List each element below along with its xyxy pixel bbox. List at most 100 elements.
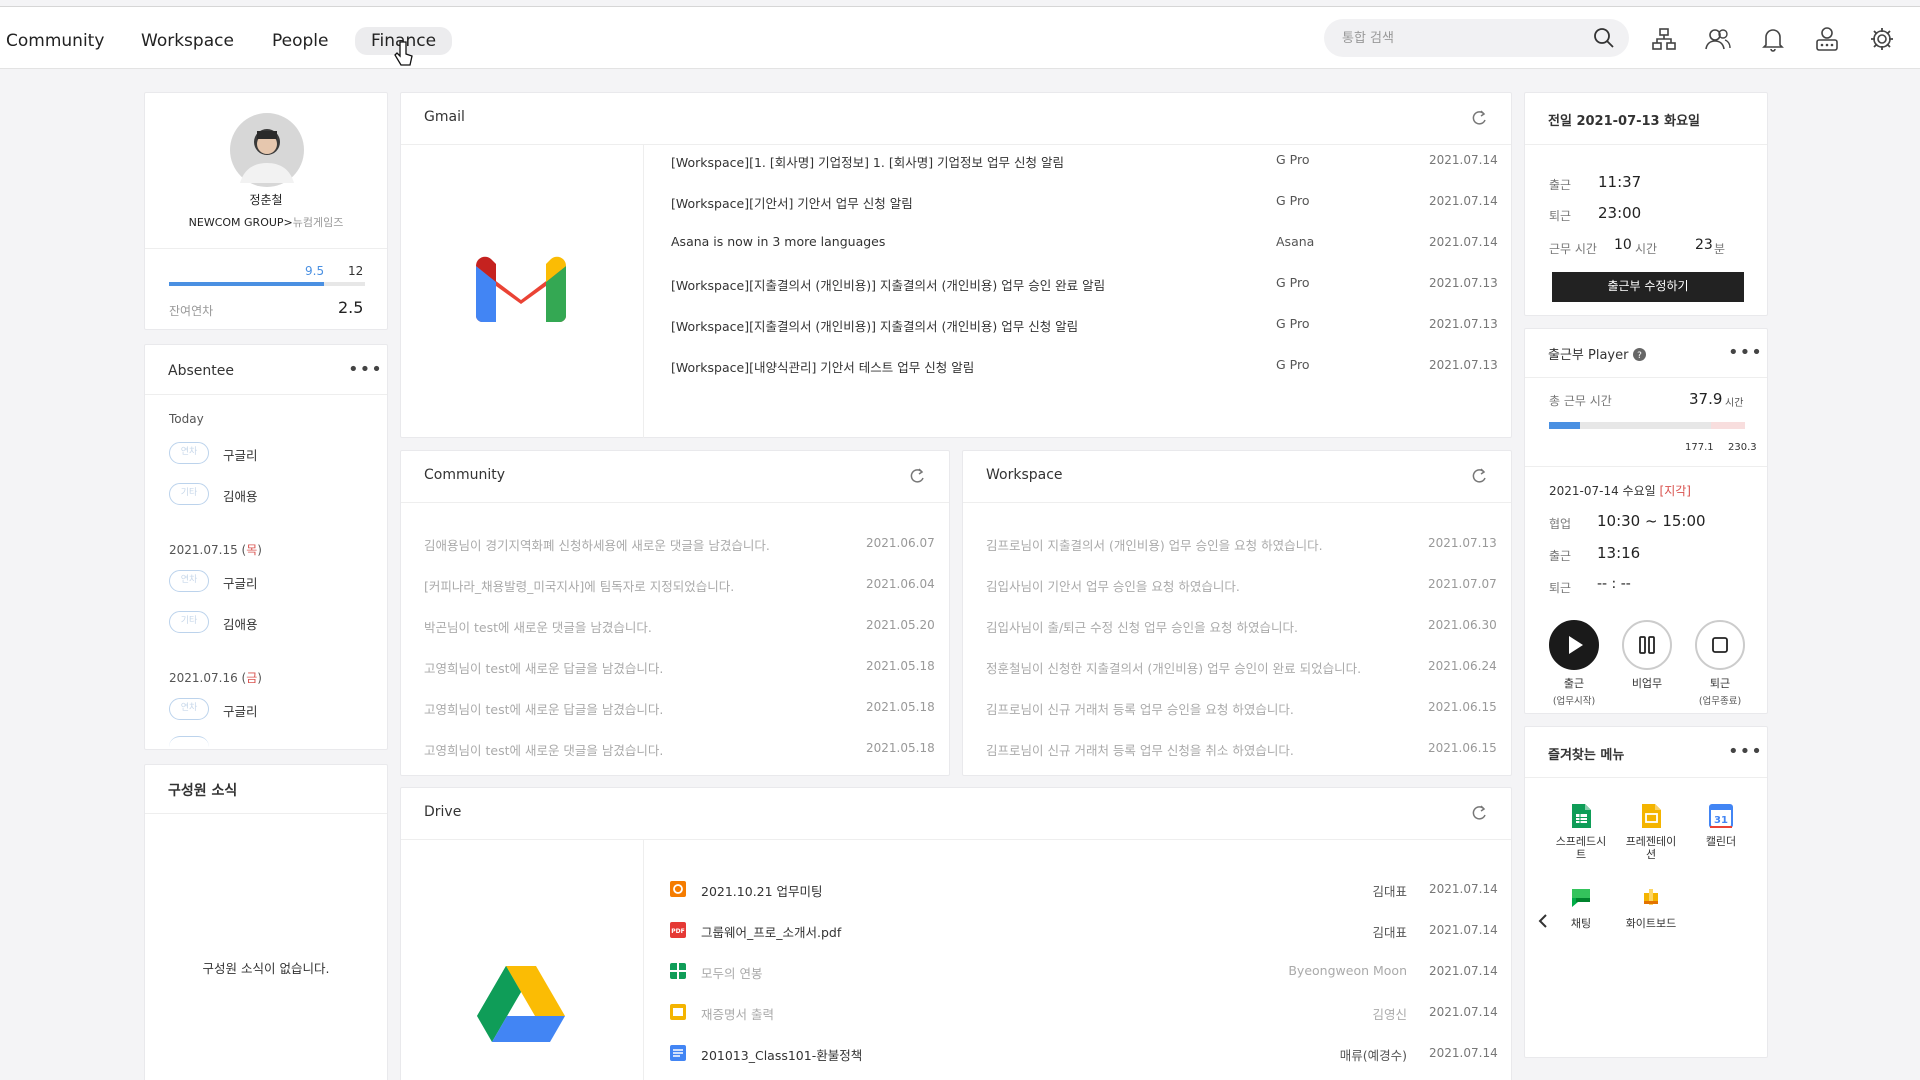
player-date-text: 2021-07-14 수요일 [1549, 484, 1656, 498]
favorite-spreadsheet[interactable]: 스프레드시 트 [1545, 803, 1617, 861]
bell-icon[interactable] [1759, 25, 1787, 53]
favorite-calendar[interactable]: 31 캘린더 [1685, 803, 1757, 848]
workspace-row[interactable]: 김입사님이 출/퇴근 수정 신청 업무 승인을 요청 하였습니다. 2021.06… [963, 617, 1511, 637]
drive-file-owner: 김대표 [1372, 884, 1407, 899]
chevron-left-icon[interactable] [1537, 913, 1549, 929]
absentee-name[interactable]: 김애용 [223, 614, 258, 633]
community-row[interactable]: 고영희님이 test에 새로운 답글을 남겼습니다. 2021.05.18 [401, 699, 949, 719]
email-subject: Asana is now in 3 more languages [671, 234, 886, 249]
email-row[interactable]: [Workspace][기안서] 기안서 업무 신청 알림 G Pro 2021.0… [661, 193, 1501, 217]
drive-row[interactable]: 재증명서 출력 김영신 2021.07.14 [669, 1003, 1499, 1027]
start-work-button[interactable] [1549, 620, 1599, 670]
drive-file-date: 2021.07.14 [1429, 964, 1498, 978]
workspace-row[interactable]: 정훈철님이 신청한 지출결의서 (개인비용) 업무 승인이 완료 되었습니다. 2… [963, 658, 1511, 678]
refresh-icon[interactable] [1470, 804, 1488, 822]
refresh-icon[interactable] [1470, 109, 1488, 127]
weekday: 금 [246, 671, 258, 685]
absentee-badge: 연차 [169, 698, 209, 720]
favorite-presentation[interactable]: 프레젠테이 션 [1615, 803, 1687, 861]
drive-row[interactable]: 모두의 연봉 Byeongweon Moon 2021.07.14 [669, 962, 1499, 986]
workspace-row[interactable]: 김프로님이 신규 거래처 등록 업무 승인을 요청 하였습니다. 2021.06.… [963, 699, 1511, 719]
community-row[interactable]: [커피나라_채용발령_미국지사]에 팀독자로 지정되었습니다. 2021.06.0… [401, 576, 949, 596]
end-work-label: 퇴근 [1709, 677, 1731, 690]
email-subject: [Workspace][기안서] 기안서 업무 신청 알림 [671, 196, 913, 211]
absentee-name[interactable]: 구글리 [223, 445, 258, 464]
email-subject: [Workspace][지출결의서 (개인비용)] 지출결의서 (개인비용) 업… [671, 319, 1079, 334]
clock-out-time: -- : -- [1597, 576, 1631, 592]
email-row[interactable]: Asana is now in 3 more languages Asana 202… [661, 234, 1501, 258]
workspace-text: 김프로님이 신규 거래처 등록 업무 신청을 취소 하였습니다. [986, 743, 1294, 758]
workspace-text: 김프로님이 지출결의서 (개인비용) 업무 승인을 요청 하였습니다. [986, 538, 1323, 553]
nav-workspace[interactable]: Workspace [125, 27, 250, 55]
community-row[interactable]: 김애용님이 경기지역화폐 신청하세용에 새로운 댓글을 남겼습니다. 2021.0… [401, 535, 949, 555]
attendance-card: 전일 2021-07-13 화요일 출근 11:37 퇴근 23:00 근무 시… [1524, 92, 1768, 316]
org-chart-icon[interactable] [1650, 25, 1678, 53]
collab-time: 10:30 ~ 15:00 [1597, 512, 1706, 530]
used-leave: 9.5 [305, 264, 325, 278]
drive-file-date: 2021.07.14 [1429, 882, 1498, 896]
community-card: Community 김애용님이 경기지역화폐 신청하세용에 새로운 댓글을 남겼… [400, 450, 950, 776]
late-status: [지각] [1660, 484, 1691, 498]
workspace-row[interactable]: 김프로님이 신규 거래처 등록 업무 신청을 취소 하였습니다. 2021.06.… [963, 740, 1511, 760]
chat-icon [1572, 889, 1590, 907]
community-row[interactable]: 고영희님이 test에 새로운 댓글을 남겼습니다. 2021.05.18 [401, 740, 949, 760]
work-progress-fill [1549, 422, 1581, 429]
drive-row[interactable]: 2021.10.21 업무미팅 김대표 2021.07.14 [669, 880, 1499, 904]
more-icon[interactable]: ••• [1728, 344, 1763, 362]
divider [145, 248, 387, 249]
leave-bar-fill [169, 282, 324, 286]
drive-row[interactable]: 201013_Class101-환불정책 매류(예경수) 2021.07.14 [669, 1044, 1499, 1068]
profile-name: 정춘철 [249, 193, 283, 207]
help-icon[interactable]: ? [1632, 348, 1646, 361]
favorite-whiteboard[interactable]: 화이트보드 [1615, 885, 1687, 930]
absentee-date: 2021.07.15 ( [169, 543, 247, 557]
email-row[interactable]: [Workspace][내양식관리] 기안서 테스트 업무 신청 알림 G Pro… [661, 357, 1501, 381]
email-row[interactable]: [Workspace][지출결의서 (개인비용)] 지출결의서 (개인비용) 업… [661, 316, 1501, 340]
absentee-badge: 기타 [169, 611, 209, 633]
edit-attendance-button[interactable]: 출근부 수정하기 [1552, 272, 1744, 302]
drive-title: Drive [424, 804, 462, 820]
member-news-title: 구성원 소식 [168, 783, 238, 799]
favorite-chat[interactable]: 채팅 [1545, 885, 1617, 930]
absentee-group-date: 2021.07.15 (목) [169, 541, 262, 558]
absentee-name[interactable]: 구글리 [223, 573, 258, 592]
email-date: 2021.07.13 [1429, 358, 1498, 372]
nav-people[interactable]: People [256, 27, 344, 55]
slides-icon [1642, 804, 1661, 828]
non-work-button[interactable] [1622, 620, 1672, 670]
drive-file-name: 그룹웨어_프로_소개서.pdf [701, 925, 842, 940]
email-row[interactable]: [Workspace][1. [회사명] 기업정보] 1. [회사명] 기업정보… [661, 152, 1501, 176]
nav-community[interactable]: Community [0, 27, 120, 55]
community-date: 2021.05.20 [866, 618, 935, 632]
community-row[interactable]: 고영희님이 test에 새로운 답글을 남겼습니다. 2021.05.18 [401, 658, 949, 678]
start-work-sublabel: (업무시작) [1552, 696, 1596, 707]
whiteboard-icon [1644, 889, 1658, 905]
progress-mark-2: 230.3 [1728, 442, 1757, 453]
more-icon[interactable]: ••• [348, 361, 383, 379]
org-sub: 뉴컴게임즈 [292, 216, 344, 229]
favorite-label: 스프레드시 [1555, 835, 1607, 848]
avatar[interactable] [230, 113, 304, 187]
favorite-label: 화이트보드 [1625, 917, 1677, 930]
divider [145, 394, 387, 395]
refresh-icon[interactable] [1470, 467, 1488, 485]
community-row[interactable]: 박곤님이 test에 새로운 댓글을 남겼습니다. 2021.05.20 [401, 617, 949, 637]
more-icon[interactable]: ••• [1728, 743, 1763, 761]
gear-icon[interactable] [1868, 25, 1896, 53]
refresh-icon[interactable] [908, 467, 926, 485]
workspace-row[interactable]: 김프로님이 지출결의서 (개인비용) 업무 승인을 요청 하였습니다. 2021.… [963, 535, 1511, 555]
absentee-name[interactable]: 김애용 [223, 486, 258, 505]
bracket-close: ] [1686, 484, 1691, 498]
absentee-name[interactable]: 구글리 [223, 701, 258, 720]
contacts-icon[interactable] [1704, 25, 1732, 53]
pause-icon [1639, 636, 1655, 654]
drive-row[interactable]: PDF 그룹웨어_프로_소개서.pdf 김대표 2021.07.14 [669, 921, 1499, 945]
search-icon[interactable] [1593, 27, 1615, 49]
end-work-button[interactable] [1695, 620, 1745, 670]
clock-in-label: 출근 [1549, 178, 1572, 192]
admin-user-icon[interactable] [1813, 25, 1841, 53]
drive-file-date: 2021.07.14 [1429, 1046, 1498, 1060]
workspace-row[interactable]: 김입사님이 기안서 업무 승인을 요청 하였습니다. 2021.07.07 [963, 576, 1511, 596]
email-row[interactable]: [Workspace][지출결의서 (개인비용)] 지출결의서 (개인비용) 업… [661, 275, 1501, 299]
search-input[interactable] [1342, 19, 1572, 57]
